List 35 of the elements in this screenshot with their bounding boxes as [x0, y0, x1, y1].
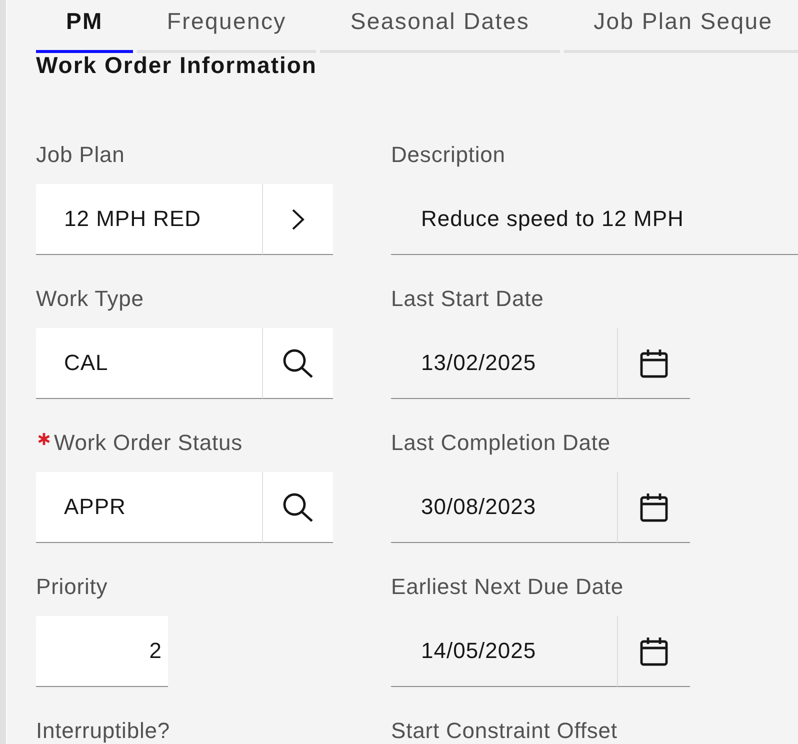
date-field[interactable]: 13/02/2025: [391, 328, 617, 399]
field-label: Work Order Status: [54, 431, 243, 455]
search-icon: [282, 348, 314, 378]
text-field[interactable]: Reduce speed to 12 MPH: [391, 184, 798, 255]
tab[interactable]: Seasonal Dates: [320, 0, 560, 53]
field-label: Start Constraint Offset: [391, 719, 618, 743]
tab[interactable]: Frequency: [136, 0, 316, 53]
field-label: Priority: [36, 575, 108, 599]
calendar-button[interactable]: [617, 328, 690, 399]
field-label: Work Type: [36, 287, 144, 311]
field-label: Last Completion Date: [391, 431, 611, 455]
calendar-icon: [640, 636, 668, 666]
calendar-icon: [640, 492, 668, 522]
chevron-right-icon: [291, 208, 305, 230]
field-label: Last Start Date: [391, 287, 544, 311]
calendar-icon: [640, 348, 668, 378]
calendar-button[interactable]: [617, 472, 690, 543]
date-field[interactable]: 30/08/2023: [391, 472, 617, 543]
calendar-button[interactable]: [617, 616, 690, 687]
section-title: Work Order Information: [36, 53, 318, 77]
field-label: Job Plan: [36, 143, 125, 167]
search-button[interactable]: [262, 472, 333, 543]
tab[interactable]: PM: [36, 0, 133, 53]
input-field[interactable]: APPR: [36, 472, 262, 543]
field-label: Earliest Next Due Date: [391, 575, 624, 599]
number-field[interactable]: 2: [36, 616, 168, 687]
date-field[interactable]: 14/05/2025: [391, 616, 617, 687]
search-button[interactable]: [262, 328, 333, 399]
input-field[interactable]: 12 MPH RED: [36, 184, 262, 255]
tab[interactable]: Job Plan Seque: [564, 0, 798, 53]
field-label: Description: [391, 143, 506, 167]
input-field[interactable]: CAL: [36, 328, 262, 399]
field-label: Interruptible?: [36, 719, 170, 743]
search-icon: [282, 492, 314, 522]
chevron-button[interactable]: [262, 184, 333, 255]
